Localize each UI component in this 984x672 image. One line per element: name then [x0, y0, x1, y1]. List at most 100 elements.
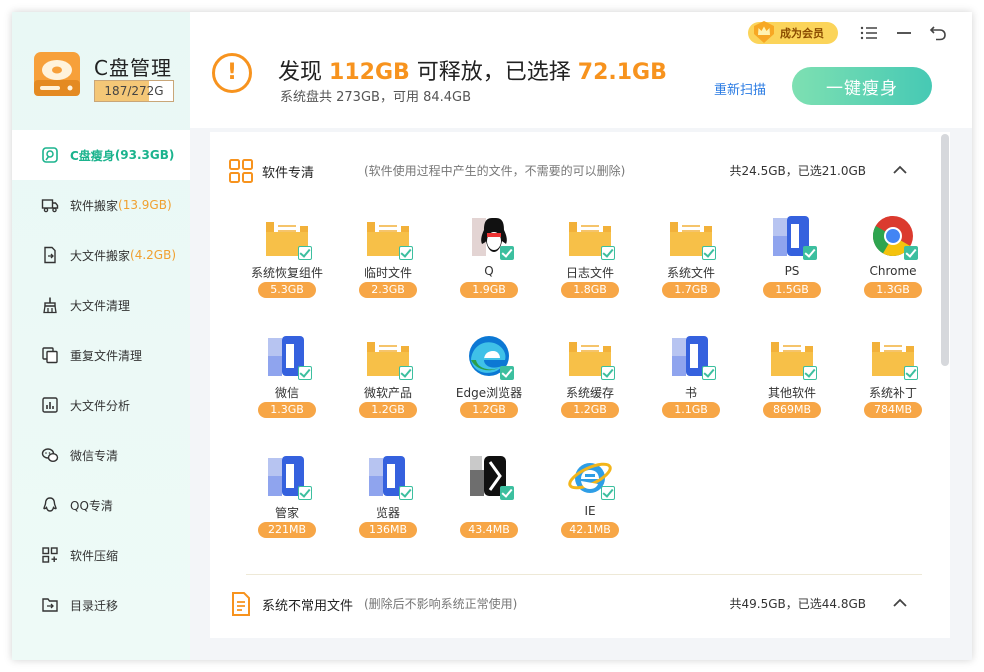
one-click-slim-button[interactable]: 一键瘦身: [792, 67, 932, 105]
tile-checkbox[interactable]: [601, 486, 615, 500]
app-tile[interactable]: 系统补丁 784MB: [850, 328, 936, 428]
tile-checkbox[interactable]: [500, 366, 514, 380]
sidebar-item-duplicate-clean[interactable]: 重复文件清理: [12, 330, 190, 380]
tile-size-badge: 2.3GB: [359, 282, 417, 298]
tile-size-badge: 5.3GB: [258, 282, 316, 298]
tile-checkbox[interactable]: [601, 246, 615, 260]
tile-size-badge: 869MB: [763, 402, 821, 418]
tile-checkbox[interactable]: [904, 246, 918, 260]
app-tile[interactable]: 43.4MB: [446, 448, 532, 548]
sidebar-item-qq-clean[interactable]: QQ专清: [12, 480, 190, 530]
menu-icon[interactable]: [858, 22, 880, 44]
sidebar-item-software-move[interactable]: 软件搬家 (13.9GB): [12, 180, 190, 230]
tile-size-badge: 42.1MB: [561, 522, 619, 538]
tile-size-badge: 1.2GB: [561, 402, 619, 418]
tile-size-badge: 1.2GB: [359, 402, 417, 418]
tile-checkbox[interactable]: [601, 366, 615, 380]
chevron-up-icon[interactable]: [890, 593, 910, 613]
app-tile[interactable]: 书 1.1GB: [648, 328, 734, 428]
tile-size-badge: 1.5GB: [763, 282, 821, 298]
chevron-up-icon[interactable]: [890, 160, 910, 180]
sidebar-item-label: 微信专清: [70, 448, 119, 463]
sidebar-item-size: (93.3GB): [114, 148, 175, 162]
app-tile[interactable]: 管家 221MB: [244, 448, 330, 548]
wechat-icon: [40, 445, 60, 465]
sidebar-item-size: (13.9GB): [118, 198, 172, 212]
app-tile[interactable]: 微信 1.3GB: [244, 328, 330, 428]
tile-checkbox[interactable]: [803, 366, 817, 380]
app-tile[interactable]: Edge浏览器 1.2GB: [446, 328, 532, 428]
tile-checkbox[interactable]: [399, 246, 413, 260]
app-title: C盘管理: [94, 56, 172, 80]
app-tile[interactable]: IE 42.1MB: [547, 448, 633, 548]
summary-middle: 可释放，已选择: [416, 60, 571, 85]
sidebar: C盘管理 187/272G C盘瘦身 (93.3GB) 软件搬家 (13.9GB): [12, 12, 190, 660]
scrollbar-thumb[interactable]: [941, 134, 949, 366]
tile-name: 系统恢复组件: [250, 266, 323, 280]
sidebar-item-label: QQ专清: [70, 498, 113, 513]
tile-name: Q: [484, 264, 494, 278]
tile-size-badge: 136MB: [359, 522, 417, 538]
compress-icon: [40, 545, 60, 565]
app-tile[interactable]: 系统缓存 1.2GB: [547, 328, 633, 428]
app-tile[interactable]: 览器 136MB: [345, 448, 431, 548]
disk-info: 系统盘共 273GB，可用 84.4GB: [280, 90, 472, 105]
section-divider: [246, 574, 922, 575]
app-window: C盘管理 187/272G C盘瘦身 (93.3GB) 软件搬家 (13.9GB): [12, 12, 972, 660]
section-desc: (删除后不影响系统正常使用): [364, 597, 518, 611]
app-tile[interactable]: 日志文件 1.8GB: [547, 208, 633, 308]
tile-checkbox[interactable]: [500, 246, 514, 260]
file-move-icon: [40, 245, 60, 265]
tile-name: IE: [584, 504, 596, 518]
tile-checkbox[interactable]: [298, 246, 312, 260]
tile-checkbox[interactable]: [702, 246, 716, 260]
tile-name: 书: [684, 386, 697, 400]
tile-size-badge: 43.4MB: [460, 522, 518, 538]
sidebar-item-c-slim[interactable]: C盘瘦身 (93.3GB): [12, 130, 190, 180]
section-stat: 共24.5GB，已选21.0GB: [729, 164, 866, 178]
sidebar-item-dir-migrate[interactable]: 目录迁移: [12, 580, 190, 630]
sidebar-item-label: C盘瘦身: [70, 148, 115, 163]
tile-checkbox[interactable]: [904, 366, 918, 380]
tile-checkbox[interactable]: [399, 366, 413, 380]
minimize-icon[interactable]: [893, 22, 915, 44]
sidebar-item-bigfile-move[interactable]: 大文件搬家 (4.2GB): [12, 230, 190, 280]
restore-icon[interactable]: [927, 22, 949, 44]
tile-checkbox[interactable]: [298, 366, 312, 380]
tile-checkbox[interactable]: [399, 486, 413, 500]
tile-checkbox[interactable]: [702, 366, 716, 380]
app-tile[interactable]: 其他软件 869MB: [749, 328, 835, 428]
tile-checkbox[interactable]: [298, 486, 312, 500]
app-tile[interactable]: 微软产品 1.2GB: [345, 328, 431, 428]
section-software-header[interactable]: 软件专清 (软件使用过程中产生的文件，不需要的可以删除) 共24.5GB，已选2…: [210, 152, 910, 188]
app-tile[interactable]: Chrome 1.3GB: [850, 208, 936, 308]
sidebar-item-software-compress[interactable]: 软件压缩: [12, 530, 190, 580]
vip-button[interactable]: 成为会员: [748, 21, 838, 44]
sidebar-item-bigfile-analysis[interactable]: 大文件分析: [12, 380, 190, 430]
app-tile[interactable]: 系统恢复组件 5.3GB: [244, 208, 330, 308]
sidebar-item-wechat-clean[interactable]: 微信专清: [12, 430, 190, 480]
tile-checkbox[interactable]: [803, 246, 817, 260]
sidebar-item-bigfile-clean[interactable]: 大文件清理: [12, 280, 190, 330]
sidebar-item-label: 软件压缩: [70, 548, 119, 563]
tile-size-badge: 1.8GB: [561, 282, 619, 298]
tile-name: 系统缓存: [565, 386, 614, 400]
tile-name: 系统文件: [666, 266, 715, 280]
duplicate-icon: [40, 345, 60, 365]
tile-name: 微信: [274, 386, 299, 400]
crown-icon: [754, 21, 774, 43]
found-size: 112GB: [329, 60, 410, 85]
tile-size-badge: 784MB: [864, 402, 922, 418]
tile-name: 其他软件: [767, 386, 816, 400]
app-tile[interactable]: 临时文件 2.3GB: [345, 208, 431, 308]
tile-checkbox[interactable]: [500, 486, 514, 500]
disk-usage-bar: 187/272G: [94, 80, 174, 102]
app-tile[interactable]: PS 1.5GB: [749, 208, 835, 308]
app-tile[interactable]: 系统文件 1.7GB: [648, 208, 734, 308]
app-tile[interactable]: Q 1.9GB: [446, 208, 532, 308]
rescan-link[interactable]: 重新扫描: [714, 79, 766, 98]
header: ! 发现 112GB 可释放，已选择 72.1GB 系统盘共 273GB，可用 …: [190, 12, 972, 128]
tile-name: 临时文件: [363, 266, 412, 280]
tile-size-badge: 1.1GB: [662, 402, 720, 418]
section-system-header[interactable]: 系统不常用文件 (删除后不影响系统正常使用) 共49.5GB，已选44.8GB: [210, 585, 910, 621]
